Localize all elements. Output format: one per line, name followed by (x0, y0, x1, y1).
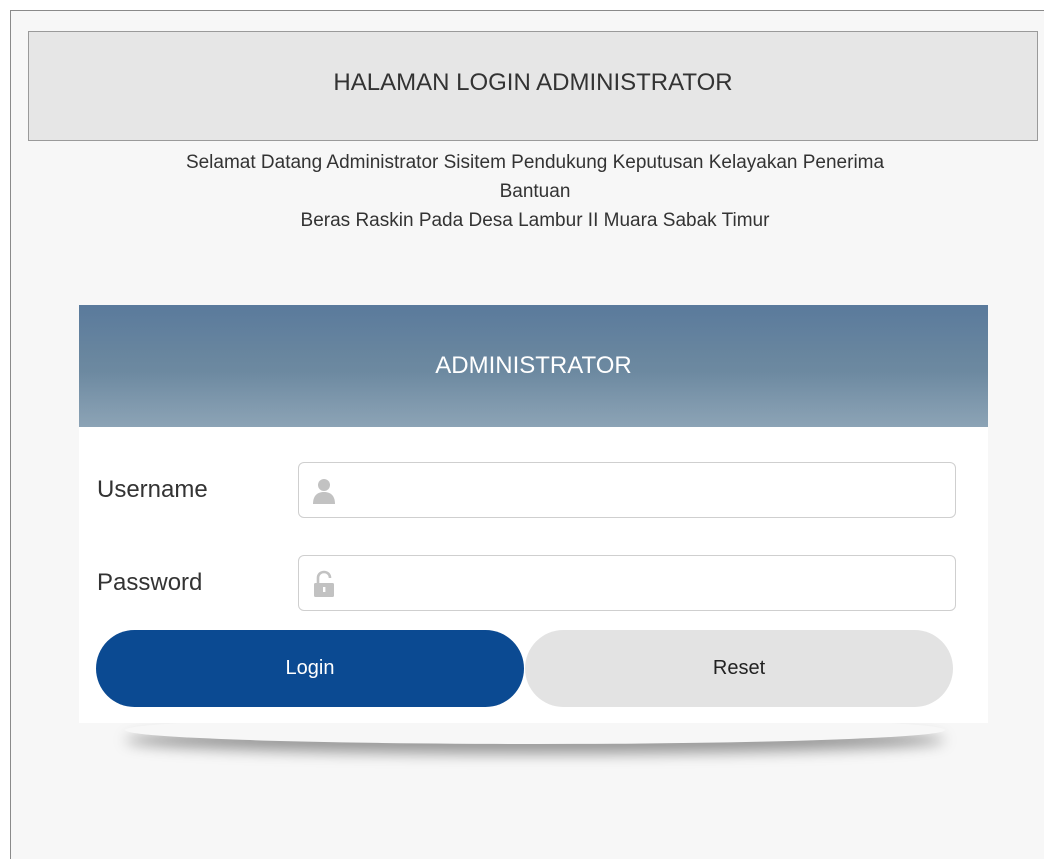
password-row: Password (97, 555, 957, 613)
username-field[interactable] (298, 462, 956, 518)
login-panel-header: ADMINISTRATOR (79, 305, 988, 427)
user-icon (313, 479, 335, 504)
welcome-text: Selamat Datang Administrator Sisitem Pen… (60, 148, 1010, 235)
username-label: Username (97, 476, 208, 503)
password-field[interactable] (298, 555, 956, 611)
password-label: Password (97, 569, 203, 596)
page-header: HALAMAN LOGIN ADMINISTRATOR (28, 31, 1038, 141)
reset-button[interactable]: Reset (525, 630, 953, 707)
login-button[interactable]: Login (96, 630, 524, 707)
username-input[interactable] (347, 471, 947, 511)
welcome-line-3: Beras Raskin Pada Desa Lambur II Muara S… (300, 210, 770, 231)
username-row: Username (97, 462, 957, 520)
page-title: HALAMAN LOGIN ADMINISTRATOR (333, 69, 733, 96)
welcome-line-1: Selamat Datang Administrator Sisitem Pen… (185, 152, 885, 173)
login-panel-title: ADMINISTRATOR (435, 352, 632, 379)
welcome-line-2: Bantuan (499, 181, 571, 202)
lock-icon (314, 570, 334, 597)
password-input[interactable] (347, 564, 947, 604)
login-panel: ADMINISTRATOR Username Password Login Re… (79, 305, 988, 723)
